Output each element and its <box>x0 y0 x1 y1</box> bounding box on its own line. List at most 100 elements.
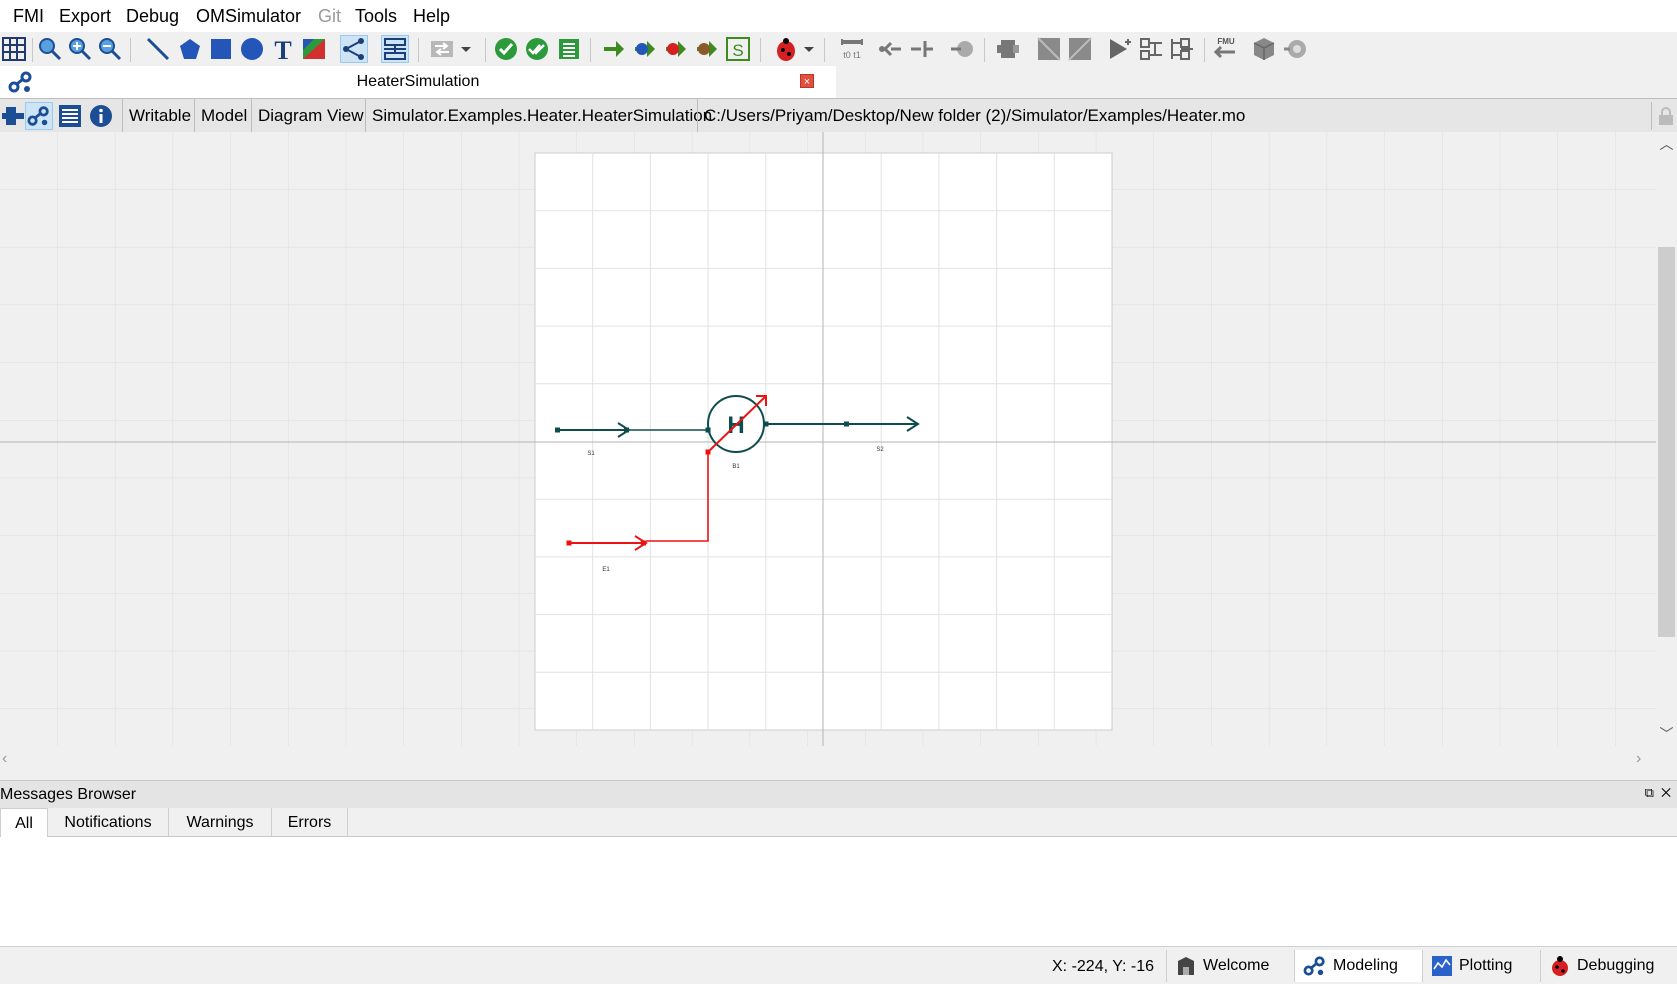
menu-omsimulator[interactable]: OMSimulator <box>196 6 301 27</box>
ssp-sim-icon[interactable] <box>1281 35 1309 63</box>
tab-errors[interactable]: Errors <box>272 808 348 836</box>
cursor-coordinates: X: -224, Y: -16 <box>1052 958 1154 975</box>
menu-export[interactable]: Export <box>59 6 111 27</box>
simulate-debug-icon[interactable] <box>631 35 659 63</box>
documentation-view-icon[interactable] <box>87 102 115 130</box>
simulate-icon[interactable] <box>600 35 628 63</box>
debug-icon[interactable] <box>772 35 800 63</box>
svg-text:T: T <box>274 36 291 62</box>
transition-mode-icon[interactable] <box>381 35 409 63</box>
icon-view-icon[interactable] <box>0 102 28 130</box>
scroll-down-icon[interactable]: ﹀ <box>1656 724 1677 744</box>
ssp-remove-icon[interactable] <box>948 35 976 63</box>
zoom-icon[interactable] <box>36 35 64 63</box>
simulate-ssp-icon[interactable] <box>1106 35 1134 63</box>
main-toolbar: T S t0 t1 FMU <box>0 32 1677 66</box>
document-title: HeaterSimulation <box>356 73 480 90</box>
menu-git[interactable]: Git <box>318 6 341 27</box>
menu-debug[interactable]: Debug <box>126 6 179 27</box>
debug-dropdown-icon[interactable] <box>801 35 817 63</box>
messages-browser-title: Messages Browser <box>0 786 137 803</box>
menu-fmi[interactable]: FMI <box>13 6 44 27</box>
ssp-add-icon[interactable] <box>876 35 904 63</box>
grid-icon[interactable] <box>0 35 28 63</box>
check-all-icon[interactable] <box>523 35 551 63</box>
diagram-canvas[interactable]: S1 H B1 S2 E1 <box>0 132 1656 746</box>
rectangle-icon[interactable] <box>207 35 235 63</box>
messages-list[interactable] <box>0 837 1677 946</box>
modeling-icon <box>1303 956 1325 976</box>
svg-text:S: S <box>732 41 743 60</box>
add-model-icon[interactable] <box>1066 35 1094 63</box>
scroll-right-icon[interactable]: › <box>1636 750 1641 768</box>
svg-text:FMU: FMU <box>1217 37 1235 46</box>
label-b1: B1 <box>732 464 740 470</box>
diagram-svg: S1 H B1 S2 E1 <box>0 132 1656 746</box>
ssp-icon[interactable]: S <box>724 35 752 63</box>
perspective-welcome[interactable]: Welcome <box>1166 950 1294 982</box>
close-panel-icon[interactable]: ✕ <box>1661 785 1671 800</box>
horizontal-scrollbar[interactable]: ‹ › <box>0 746 1656 772</box>
float-icon[interactable]: ⧉ <box>1645 785 1654 800</box>
fmi-timing-icon[interactable]: t0 t1 <box>838 35 866 63</box>
model-info-bar: Writable Model Diagram View Simulator.Ex… <box>0 98 1677 134</box>
perspective-debugging-label: Debugging <box>1577 957 1655 974</box>
label-s1: S1 <box>587 451 595 457</box>
scroll-left-icon[interactable]: ‹ <box>2 750 7 768</box>
tab-notifications[interactable]: Notifications <box>48 808 169 836</box>
vertical-scrollbar[interactable]: ︿ ﹀ <box>1656 132 1677 746</box>
menu-tools[interactable]: Tools <box>355 6 397 27</box>
class-name-label: Simulator.Examples.Heater.HeaterSimulati… <box>365 99 718 133</box>
instantiate-icon[interactable] <box>555 35 583 63</box>
vertical-scroll-thumb[interactable] <box>1658 247 1675 637</box>
menu-bar: FMI Export Debug OMSimulator Git Tools H… <box>0 0 1677 32</box>
svg-text:t0 t1: t0 t1 <box>843 50 861 60</box>
diagram-view-icon[interactable] <box>25 102 53 130</box>
text-view-icon[interactable] <box>56 102 84 130</box>
label-e1: E1 <box>602 567 610 573</box>
zoom-in-icon[interactable] <box>66 35 94 63</box>
status-bar: X: -224, Y: -16 Welcome Modeling Plottin… <box>0 946 1677 984</box>
add-submodel-icon[interactable] <box>1035 35 1063 63</box>
menu-help[interactable]: Help <box>413 6 450 27</box>
ssp-connect-icon[interactable] <box>908 35 936 63</box>
import-fmu-icon[interactable]: FMU <box>1212 35 1240 63</box>
swap-dropdown-icon[interactable] <box>458 35 474 63</box>
close-tab-icon[interactable]: × <box>800 74 814 88</box>
lock-icon[interactable] <box>1651 102 1677 130</box>
bitmap-icon[interactable] <box>300 35 328 63</box>
document-tab[interactable]: HeaterSimulation × <box>0 66 836 99</box>
debugging-icon <box>1552 956 1568 976</box>
perspective-welcome-label: Welcome <box>1203 957 1270 974</box>
label-s2: S2 <box>876 447 884 453</box>
scroll-up-icon[interactable]: ︿ <box>1656 134 1677 154</box>
access-label: Writable <box>122 99 197 133</box>
text-icon[interactable]: T <box>269 35 297 63</box>
plotting-icon <box>1432 956 1452 976</box>
add-bus-icon[interactable] <box>1168 35 1196 63</box>
line-icon[interactable] <box>144 35 172 63</box>
ssp-system-icon[interactable] <box>1250 35 1278 63</box>
messages-tabs: All Notifications Warnings Errors <box>0 808 1677 837</box>
animation-icon[interactable] <box>693 35 721 63</box>
ellipse-icon[interactable] <box>238 35 266 63</box>
polygon-icon[interactable] <box>176 35 204 63</box>
add-connector-icon[interactable] <box>1137 35 1165 63</box>
connect-mode-icon[interactable] <box>340 35 368 63</box>
swap-icon[interactable] <box>428 35 456 63</box>
add-component-icon[interactable] <box>994 35 1022 63</box>
perspective-plotting[interactable]: Plotting <box>1422 950 1540 982</box>
perspective-debugging[interactable]: Debugging <box>1540 950 1677 982</box>
perspective-modeling[interactable]: Modeling <box>1294 950 1422 982</box>
file-path-label: C:/Users/Priyam/Desktop/New folder (2)/S… <box>697 99 1251 133</box>
check-icon[interactable] <box>492 35 520 63</box>
messages-browser-header: Messages Browser ⧉ ✕ <box>0 780 1677 809</box>
perspective-modeling-label: Modeling <box>1333 957 1398 974</box>
perspective-plotting-label: Plotting <box>1459 957 1513 974</box>
tab-all[interactable]: All <box>0 808 48 837</box>
view-type-label: Diagram View <box>251 99 370 133</box>
tab-warnings[interactable]: Warnings <box>169 808 272 836</box>
simulate-algorithmic-debug-icon[interactable] <box>662 35 690 63</box>
welcome-icon <box>1178 957 1194 975</box>
zoom-out-icon[interactable] <box>96 35 124 63</box>
